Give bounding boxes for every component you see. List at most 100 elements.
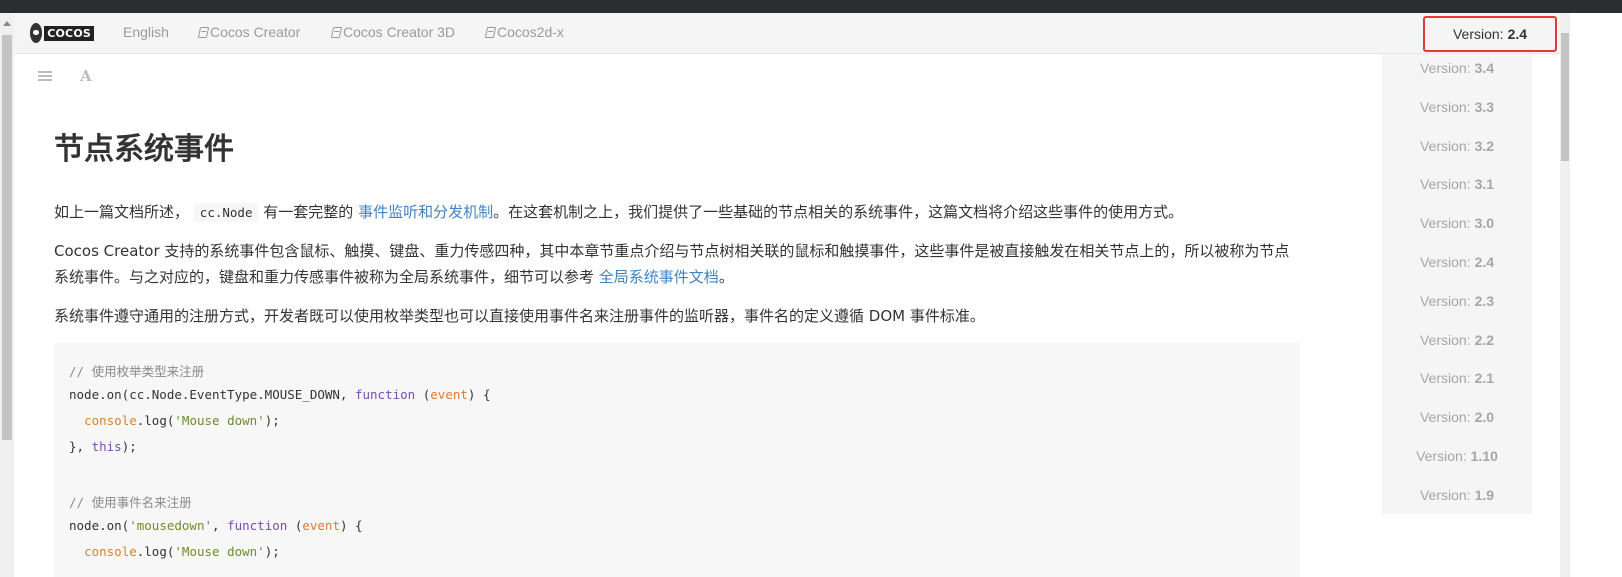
- text: 如上一篇文档所述，: [54, 203, 190, 221]
- nav-link-cocos-creator[interactable]: Cocos Creator: [197, 24, 301, 40]
- code-line: console.log('Mouse down');: [69, 544, 280, 559]
- version-number: 3.3: [1474, 99, 1495, 115]
- code-text: );: [121, 439, 137, 454]
- page-title: 节点系统事件: [54, 132, 234, 167]
- code-text: (: [415, 387, 431, 402]
- version-label: Version:: [1419, 99, 1471, 115]
- version-value: 2.4: [1507, 26, 1528, 42]
- nav-link-label: Cocos Creator 3D: [343, 24, 456, 40]
- code-text: );: [264, 544, 280, 559]
- right-scrollbar[interactable]: [1560, 13, 1570, 577]
- code-builtin: console: [84, 413, 137, 428]
- text: 。在这套机制之上，我们提供了一些基础的节点相关的系统事件，这篇文档将介绍这些事件…: [493, 203, 1184, 221]
- code-text: (: [287, 518, 303, 533]
- cocos-logo-icon: [30, 23, 43, 43]
- version-item[interactable]: Version: 3.0: [1382, 215, 1532, 231]
- code-line: }, this);: [69, 439, 137, 454]
- version-number: 2.1: [1474, 370, 1495, 386]
- code-keyword: function: [227, 518, 288, 533]
- code-block: // 使用枚举类型来注册 node.on(cc.Node.EventType.M…: [54, 343, 1300, 577]
- paragraph-system-events: Cocos Creator 支持的系统事件包含鼠标、触摸、键盘、重力传感四种，其…: [54, 238, 1304, 290]
- version-item[interactable]: Version: 2.2: [1382, 332, 1532, 348]
- scrollbar-thumb[interactable]: [2, 35, 12, 440]
- version-number: 3.1: [1474, 176, 1495, 192]
- version-item[interactable]: Version: 1.10: [1382, 448, 1532, 464]
- link-event-mechanism[interactable]: 事件监听和分发机制: [358, 203, 493, 221]
- version-label: Version:: [1419, 138, 1471, 154]
- code-line: // 使用枚举类型来注册: [69, 361, 204, 380]
- code-text: );: [264, 413, 280, 428]
- version-number: 2.2: [1474, 332, 1495, 348]
- code-string: 'Mouse down': [174, 544, 265, 559]
- paragraph-registration: 系统事件遵守通用的注册方式，开发者既可以使用枚举类型也可以直接使用事件名来注册事…: [54, 307, 985, 325]
- book-icon: [197, 27, 210, 38]
- browser-viewport: COCOS English Cocos Creator Cocos Creato…: [0, 0, 1622, 577]
- menu-icon[interactable]: [38, 71, 52, 81]
- scrollbar-thumb[interactable]: [1561, 33, 1569, 161]
- inline-code: cc.Node: [193, 203, 259, 222]
- nav-link-cocos2d-x[interactable]: Cocos2d-x: [484, 24, 564, 40]
- version-item[interactable]: Version: 3.3: [1382, 99, 1532, 115]
- version-label: Version:: [1419, 176, 1471, 192]
- right-edge: [1570, 13, 1622, 577]
- code-text: .log(: [136, 544, 175, 559]
- nav-link-label: Cocos2d-x: [497, 24, 564, 40]
- nav-link-label: Cocos Creator: [210, 24, 301, 40]
- code-text: .log(: [136, 413, 175, 428]
- code-line: node.on('mousedown', function (event) {: [69, 518, 363, 533]
- version-selector-current[interactable]: Version: 2.4: [1423, 16, 1557, 52]
- code-text: node.on(cc.Node.EventType.MOUSE_DOWN,: [69, 387, 355, 402]
- version-dropdown-panel: Version: 3.4 Version: 3.3 Version: 3.2 Vers…: [1382, 54, 1532, 514]
- version-item[interactable]: Version: 3.2: [1382, 138, 1532, 154]
- nav-link-english[interactable]: English: [123, 24, 169, 40]
- book-icon: [484, 27, 497, 38]
- version-label: Version:: [1419, 60, 1471, 76]
- version-item[interactable]: Version: 2.3: [1382, 293, 1532, 309]
- version-item[interactable]: Version: 1.9: [1382, 487, 1532, 503]
- version-item[interactable]: Version: 3.4: [1382, 60, 1532, 76]
- version-label: Version:: [1419, 332, 1471, 348]
- version-number: 3.4: [1474, 60, 1495, 76]
- browser-top-strip: [0, 0, 1622, 13]
- text: 。: [718, 268, 734, 286]
- link-global-events-doc[interactable]: 全局系统事件文档: [599, 268, 719, 286]
- code-line: node.on(cc.Node.EventType.MOUSE_DOWN, fu…: [69, 387, 490, 402]
- book-icon: [330, 27, 343, 38]
- version-label: Version:: [1419, 215, 1471, 231]
- main-content: A 节点系统事件 如上一篇文档所述， cc.Node 有一套完整的 事件监听和分…: [16, 54, 1382, 577]
- code-keyword: this: [91, 439, 122, 454]
- font-settings-icon[interactable]: A: [80, 67, 92, 85]
- version-label: Version:: [1419, 254, 1471, 270]
- text: 有一套完整的: [263, 203, 354, 221]
- code-string: 'mousedown': [129, 518, 213, 533]
- nav-link-label: English: [123, 24, 169, 40]
- version-label: Version:: [1419, 409, 1471, 425]
- code-comment: // 使用事件名来注册: [69, 495, 192, 510]
- version-number: 1.9: [1474, 487, 1495, 503]
- code-builtin: console: [84, 544, 137, 559]
- version-item[interactable]: Version: 3.1: [1382, 176, 1532, 192]
- version-item[interactable]: Version: 2.1: [1382, 370, 1532, 386]
- code-param: event: [302, 518, 340, 533]
- code-line: console.log('Mouse down');: [69, 413, 280, 428]
- version-item[interactable]: Version: 2.0: [1382, 409, 1532, 425]
- code-text: ) {: [340, 518, 363, 533]
- version-number: 3.2: [1474, 138, 1495, 154]
- left-scrollbar[interactable]: [0, 13, 14, 577]
- code-param: event: [430, 387, 468, 402]
- version-number: 2.4: [1474, 254, 1495, 270]
- code-text: ,: [212, 518, 228, 533]
- code-text: node.on(: [69, 518, 130, 533]
- version-number: 1.10: [1470, 448, 1498, 464]
- nav-link-cocos-creator-3d[interactable]: Cocos Creator 3D: [330, 24, 456, 40]
- scroll-up-arrow-icon[interactable]: [3, 21, 11, 26]
- version-label: Version:: [1419, 370, 1471, 386]
- cocos-logo[interactable]: COCOS: [30, 21, 94, 45]
- code-text: ) {: [467, 387, 491, 402]
- code-keyword: function: [354, 387, 416, 402]
- logo-text: COCOS: [44, 25, 94, 41]
- version-label: Version:: [1419, 293, 1471, 309]
- version-item[interactable]: Version: 2.4: [1382, 254, 1532, 270]
